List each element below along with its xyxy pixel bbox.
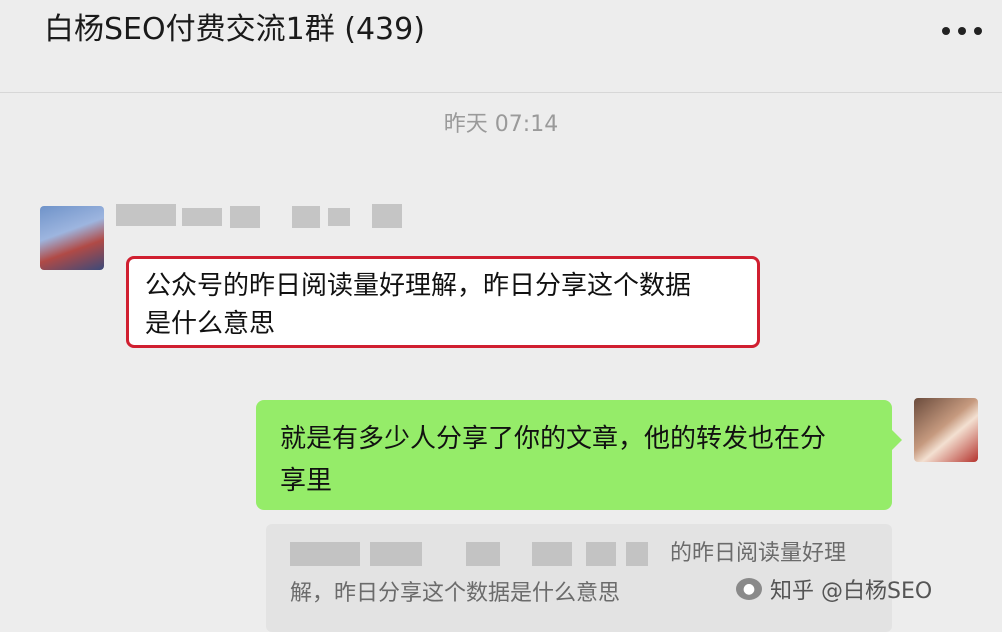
incoming-message-line: 是什么意思 xyxy=(145,309,276,339)
more-dots-icon[interactable] xyxy=(942,16,982,46)
my-avatar[interactable] xyxy=(914,398,978,462)
message-timestamp: 昨天 07:14 xyxy=(443,112,559,137)
dot xyxy=(974,27,982,35)
header-divider xyxy=(0,92,1002,93)
watermark: ● 知乎 @白杨SEO xyxy=(736,574,932,604)
sender-avatar[interactable] xyxy=(40,206,104,270)
chat-header: 白杨SEO付费交流1群 (439) xyxy=(0,0,1002,62)
outgoing-message-bubble[interactable]: 就是有多少人分享了你的文章，他的转发也在分 享里 xyxy=(256,400,902,510)
dot xyxy=(942,27,950,35)
chat-title[interactable]: 白杨SEO付费交流1群 (439) xyxy=(44,12,425,48)
outgoing-message-line: 享里 xyxy=(280,466,333,496)
incoming-message-bubble[interactable]: 公众号的昨日阅读量好理解，昨日分享这个数据 是什么意思 xyxy=(126,256,760,348)
incoming-message-line: 公众号的昨日阅读量好理解，昨日分享这个数据 xyxy=(145,271,692,301)
wechat-logo-icon: ● xyxy=(736,578,762,600)
dot xyxy=(958,27,966,35)
watermark-text: 知乎 @白杨SEO xyxy=(770,579,933,604)
outgoing-message-line: 就是有多少人分享了你的文章，他的转发也在分 xyxy=(280,424,827,454)
